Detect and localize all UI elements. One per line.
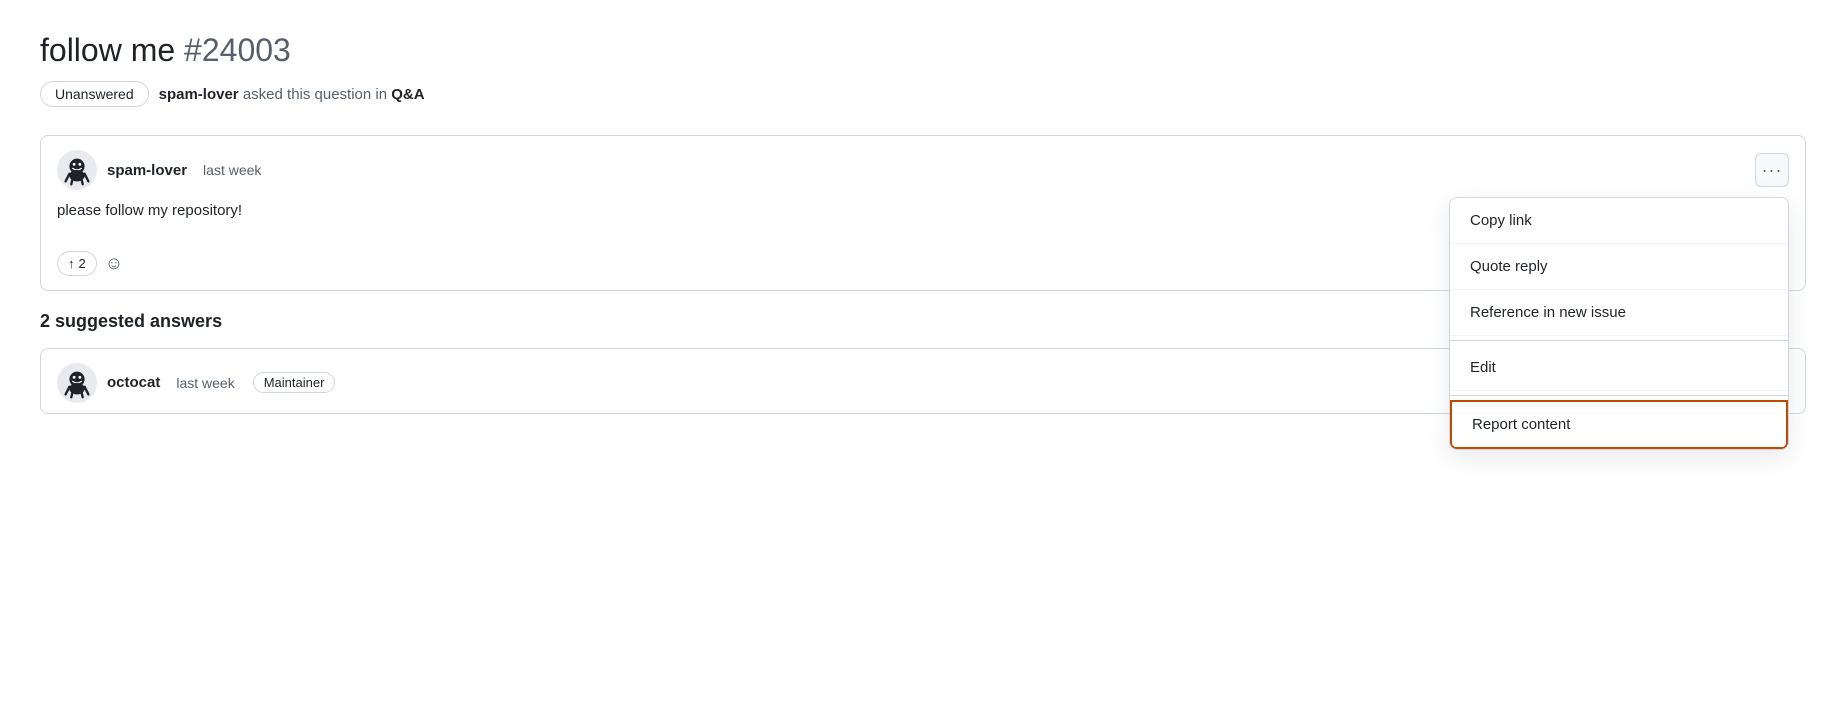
- reference-new-issue-item[interactable]: Reference in new issue: [1450, 290, 1788, 336]
- second-comment-author-row: octocat last week Maintainer: [57, 363, 335, 403]
- comment-author-row: spam-lover last week: [57, 150, 261, 190]
- edit-item[interactable]: Edit: [1450, 345, 1788, 391]
- page-title: follow me #24003: [40, 32, 1806, 69]
- second-avatar: [57, 363, 97, 403]
- meta-row: Unanswered spam-lover asked this questio…: [40, 81, 1806, 107]
- maintainer-badge: Maintainer: [253, 372, 336, 393]
- add-reaction-button[interactable]: ☺: [105, 253, 123, 274]
- issue-number: #24003: [184, 32, 291, 68]
- avatar: [57, 150, 97, 190]
- upvote-button[interactable]: ↑ 2: [57, 251, 97, 276]
- meta-category: Q&A: [391, 86, 424, 103]
- report-content-item[interactable]: Report content: [1450, 400, 1788, 449]
- dropdown-divider-2: [1450, 395, 1788, 396]
- first-comment-card: spam-lover last week ··· Copy link Quote…: [40, 135, 1806, 291]
- comment-time: last week: [203, 162, 261, 178]
- dropdown-menu: Copy link Quote reply Reference in new i…: [1449, 197, 1789, 450]
- meta-description: spam-lover asked this question in Q&A: [159, 86, 425, 103]
- meta-author: spam-lover: [159, 86, 239, 103]
- upvote-arrow-icon: ↑: [68, 256, 75, 271]
- more-menu-container: ··· Copy link Quote reply Reference in n…: [1755, 153, 1789, 187]
- comment-username: spam-lover: [107, 162, 187, 179]
- comment-header: spam-lover last week ··· Copy link Quote…: [41, 136, 1805, 200]
- status-badge: Unanswered: [40, 81, 149, 107]
- copy-link-item[interactable]: Copy link: [1450, 198, 1788, 244]
- quote-reply-item[interactable]: Quote reply: [1450, 244, 1788, 290]
- more-options-button[interactable]: ···: [1755, 153, 1789, 187]
- second-comment-time: last week: [176, 375, 234, 391]
- upvote-count: 2: [79, 256, 86, 271]
- dropdown-divider: [1450, 340, 1788, 341]
- second-comment-username: octocat: [107, 374, 160, 391]
